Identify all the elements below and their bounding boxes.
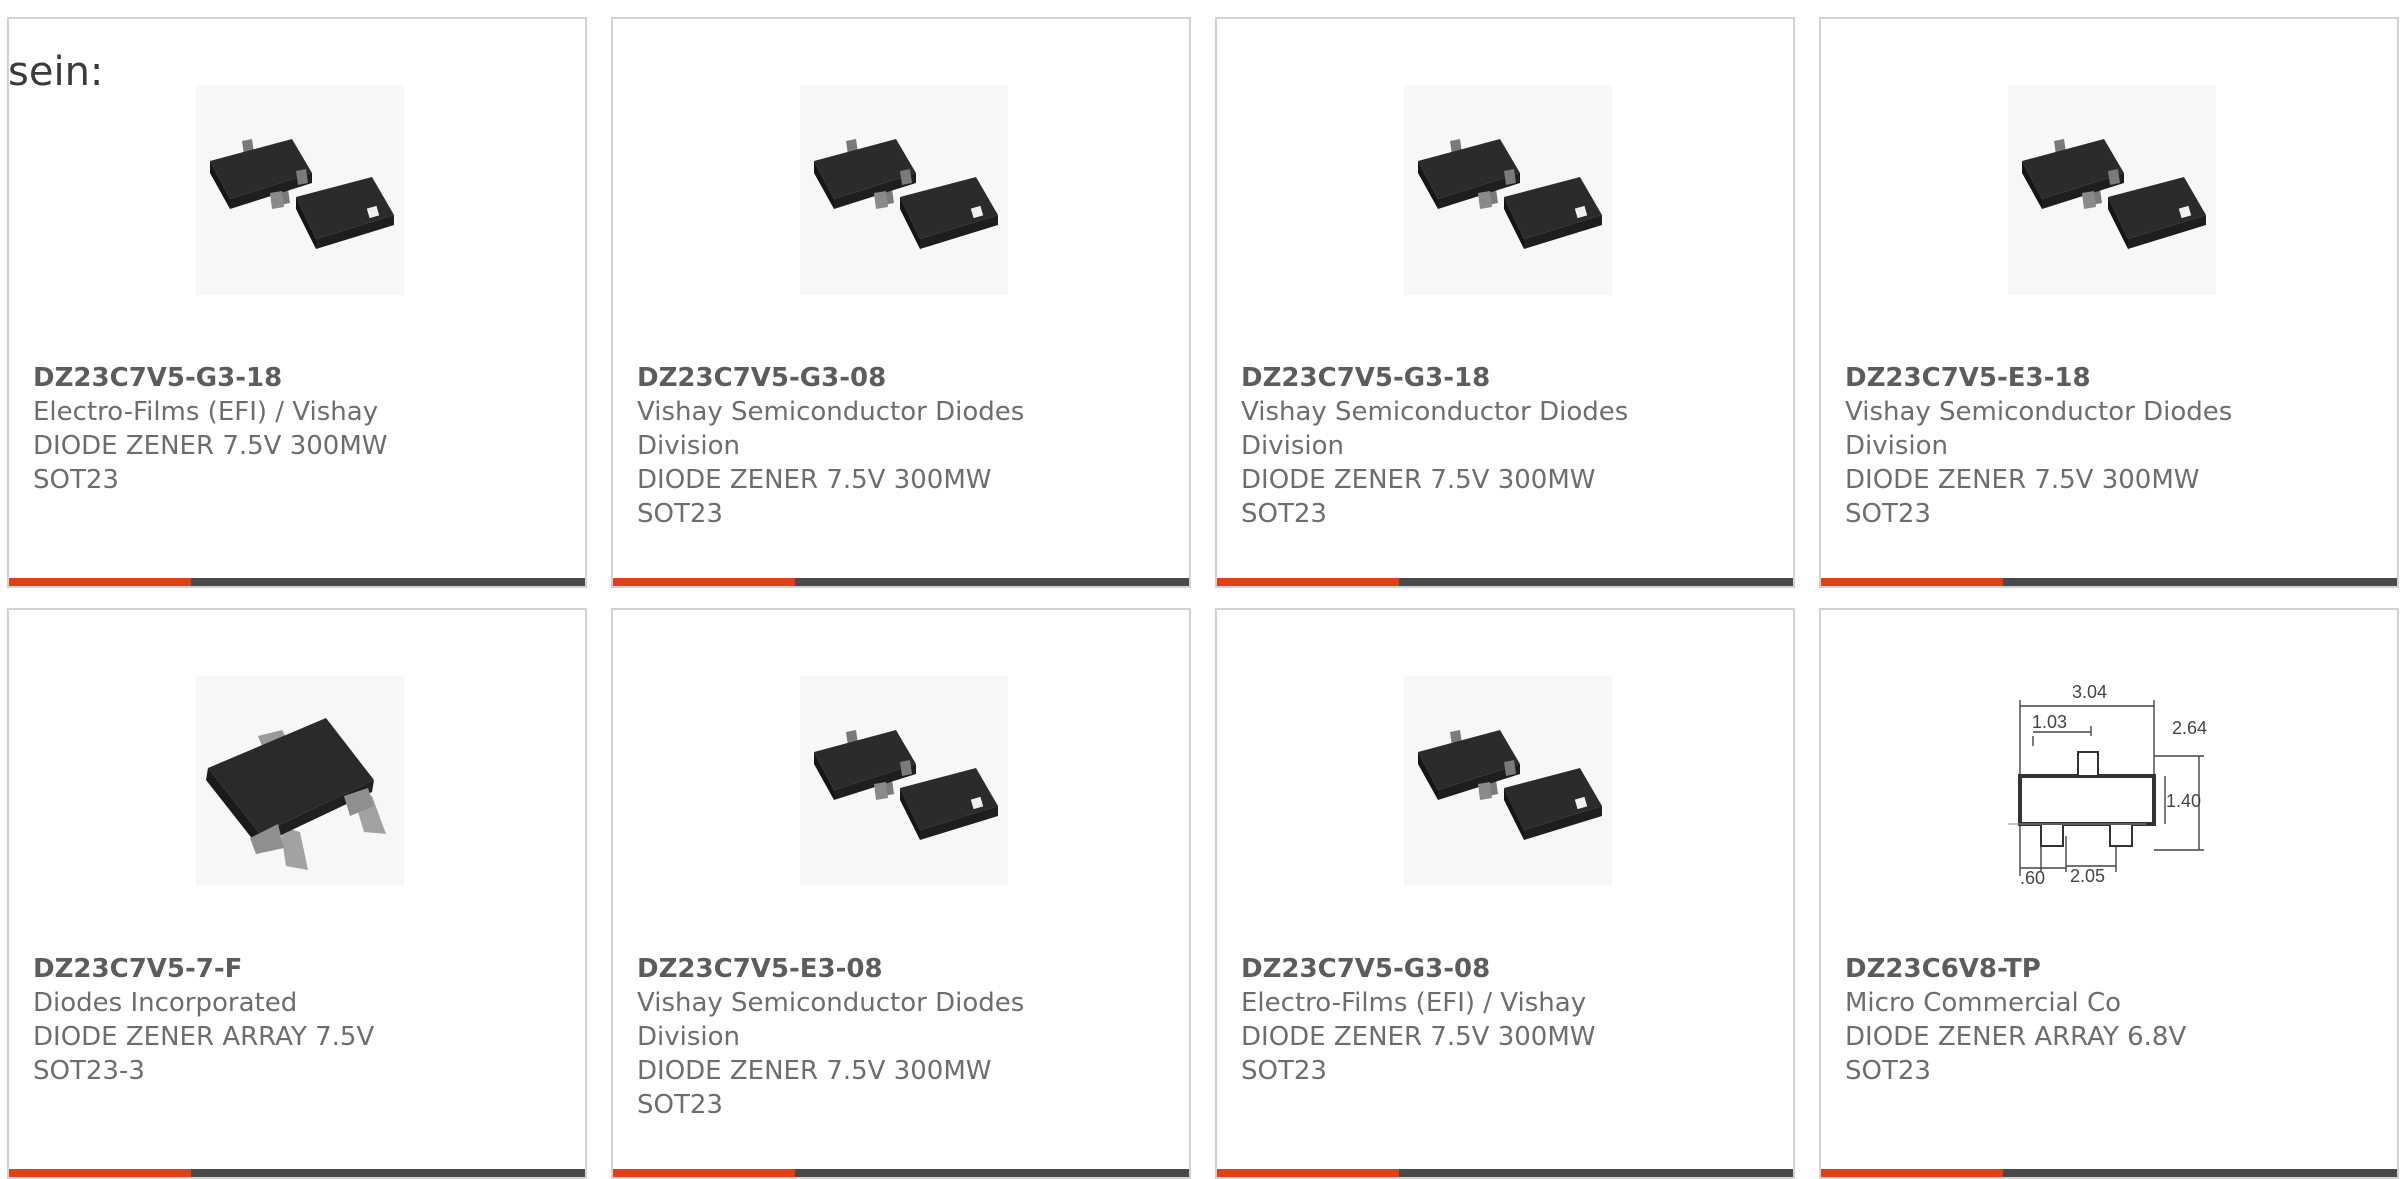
intro-text: sein: <box>8 49 104 95</box>
part-number-link[interactable]: DZ23C7V5-G3-18 <box>1241 361 1711 395</box>
sot23-chip-icon <box>1404 85 1612 295</box>
sot23-chip-icon <box>196 85 404 295</box>
package: SOT23 <box>1241 1056 1327 1086</box>
card-accent-bar <box>613 578 795 586</box>
card-bottom-bar <box>1217 578 1793 586</box>
part-number-link[interactable]: DZ23C7V5-E3-18 <box>1845 361 2315 395</box>
sot23-3-chip-icon <box>196 676 404 886</box>
product-card[interactable]: DZ23C7V5-E3-18 Vishay Semiconductor Diod… <box>1819 17 2399 588</box>
manufacturer: Vishay Semiconductor Diodes <box>1845 397 2233 427</box>
dimension-label: .60 <box>2020 868 2045 886</box>
product-image[interactable]: 3.04 1.03 2.64 1.40 .60 2.05 <box>2008 676 2216 886</box>
manufacturer: Vishay Semiconductor Diodes <box>637 988 1025 1018</box>
product-info: DZ23C7V5-E3-18 Vishay Semiconductor Diod… <box>1845 361 2315 531</box>
product-info: DZ23C7V5-G3-18 Electro-Films (EFI) / Vis… <box>33 361 503 497</box>
sot23-chip-icon <box>2008 85 2216 295</box>
card-bottom-bar <box>9 1169 585 1177</box>
card-accent-bar <box>613 1169 795 1177</box>
part-number-link[interactable]: DZ23C7V5-E3-08 <box>637 952 1107 986</box>
description: DIODE ZENER 7.5V 300MW <box>1241 465 1596 495</box>
product-image[interactable] <box>1404 676 1612 886</box>
product-image[interactable] <box>1404 85 1612 295</box>
dimension-label: 3.04 <box>2072 682 2107 702</box>
manufacturer: Vishay Semiconductor Diodes <box>637 397 1025 427</box>
product-card[interactable]: DZ23C7V5-G3-18 Vishay Semiconductor Diod… <box>1215 17 1795 588</box>
card-bottom-bar <box>9 578 585 586</box>
dimension-label: 1.03 <box>2032 712 2067 732</box>
product-image[interactable] <box>196 85 404 295</box>
product-info: DZ23C7V5-E3-08 Vishay Semiconductor Diod… <box>637 952 1107 1122</box>
manufacturer: Micro Commercial Co <box>1845 988 2122 1018</box>
manufacturer-continued: Division <box>637 431 741 461</box>
part-number-link[interactable]: DZ23C6V8-TP <box>1845 952 2315 986</box>
card-bottom-bar <box>1821 1169 2397 1177</box>
product-info: DZ23C6V8-TP Micro Commercial Co DIODE ZE… <box>1845 952 2315 1088</box>
manufacturer: Electro-Films (EFI) / Vishay <box>1241 988 1587 1018</box>
package: SOT23 <box>637 1090 723 1120</box>
part-number-link[interactable]: DZ23C7V5-G3-18 <box>33 361 503 395</box>
product-card[interactable]: DZ23C7V5-7-F Diodes Incorporated DIODE Z… <box>7 608 587 1179</box>
card-accent-bar <box>9 578 191 586</box>
part-number-link[interactable]: DZ23C7V5-7-F <box>33 952 503 986</box>
product-card[interactable]: DZ23C7V5-E3-08 Vishay Semiconductor Diod… <box>611 608 1191 1179</box>
dimension-label: 2.05 <box>2070 866 2105 886</box>
card-bottom-bar <box>613 1169 1189 1177</box>
package: SOT23 <box>637 499 723 529</box>
dimension-drawing-icon: 3.04 1.03 2.64 1.40 .60 2.05 <box>2008 676 2216 886</box>
dimension-label: 2.64 <box>2172 718 2207 738</box>
description: DIODE ZENER ARRAY 7.5V <box>33 1022 375 1052</box>
card-accent-bar <box>1821 1169 2003 1177</box>
sot23-chip-icon <box>800 85 1008 295</box>
product-card[interactable]: 3.04 1.03 2.64 1.40 .60 2.05 DZ23C6V8-TP… <box>1819 608 2399 1179</box>
card-bottom-bar <box>1217 1169 1793 1177</box>
package: SOT23 <box>1845 499 1931 529</box>
card-accent-bar <box>9 1169 191 1177</box>
sot23-chip-icon <box>800 676 1008 886</box>
product-info: DZ23C7V5-7-F Diodes Incorporated DIODE Z… <box>33 952 503 1088</box>
card-accent-bar <box>1217 578 1399 586</box>
description: DIODE ZENER 7.5V 300MW <box>1241 1022 1596 1052</box>
product-card[interactable]: DZ23C7V5-G3-18 Electro-Films (EFI) / Vis… <box>7 17 587 588</box>
manufacturer-continued: Division <box>1845 431 1949 461</box>
manufacturer: Diodes Incorporated <box>33 988 298 1018</box>
product-card[interactable]: DZ23C7V5-G3-08 Electro-Films (EFI) / Vis… <box>1215 608 1795 1179</box>
package: SOT23 <box>1241 499 1327 529</box>
product-info: DZ23C7V5-G3-18 Vishay Semiconductor Diod… <box>1241 361 1711 531</box>
product-image[interactable] <box>2008 85 2216 295</box>
card-bottom-bar <box>1821 578 2397 586</box>
product-grid: DZ23C7V5-G3-18 Electro-Films (EFI) / Vis… <box>7 17 2399 1179</box>
product-card[interactable]: DZ23C7V5-G3-08 Vishay Semiconductor Diod… <box>611 17 1191 588</box>
card-bottom-bar <box>613 578 1189 586</box>
description: DIODE ZENER 7.5V 300MW <box>33 431 388 461</box>
manufacturer: Electro-Films (EFI) / Vishay <box>33 397 379 427</box>
part-number-link[interactable]: DZ23C7V5-G3-08 <box>1241 952 1711 986</box>
card-accent-bar <box>1821 578 2003 586</box>
description: DIODE ZENER 7.5V 300MW <box>637 1056 992 1086</box>
description: DIODE ZENER ARRAY 6.8V <box>1845 1022 2187 1052</box>
manufacturer-continued: Division <box>637 1022 741 1052</box>
product-image[interactable] <box>196 676 404 886</box>
product-image[interactable] <box>800 676 1008 886</box>
part-number-link[interactable]: DZ23C7V5-G3-08 <box>637 361 1107 395</box>
description: DIODE ZENER 7.5V 300MW <box>1845 465 2200 495</box>
product-image[interactable] <box>800 85 1008 295</box>
package: SOT23 <box>33 465 119 495</box>
description: DIODE ZENER 7.5V 300MW <box>637 465 992 495</box>
package: SOT23-3 <box>33 1056 145 1086</box>
dimension-label: 1.40 <box>2166 791 2201 811</box>
manufacturer: Vishay Semiconductor Diodes <box>1241 397 1629 427</box>
manufacturer-continued: Division <box>1241 431 1345 461</box>
card-accent-bar <box>1217 1169 1399 1177</box>
package: SOT23 <box>1845 1056 1931 1086</box>
product-info: DZ23C7V5-G3-08 Electro-Films (EFI) / Vis… <box>1241 952 1711 1088</box>
product-info: DZ23C7V5-G3-08 Vishay Semiconductor Diod… <box>637 361 1107 531</box>
sot23-chip-icon <box>1404 676 1612 886</box>
